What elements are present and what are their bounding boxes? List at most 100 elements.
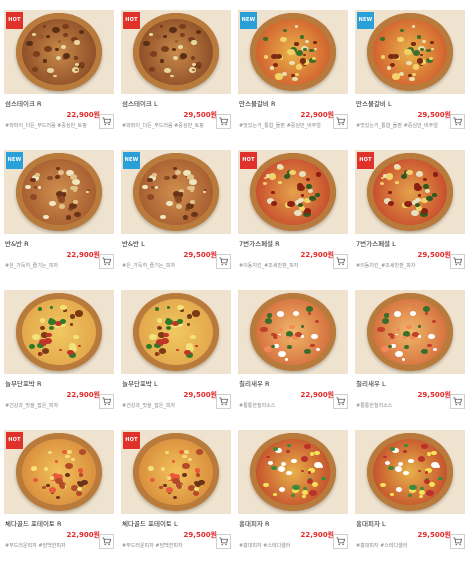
add-to-cart-button[interactable] (99, 254, 114, 269)
cart-icon (219, 397, 228, 406)
pizza-image[interactable] (4, 290, 114, 374)
product-card[interactable]: HOT 7번가스페셜 R 22,900원 #이동치킨_#조세만판_피자 (238, 150, 348, 280)
pizza-image[interactable]: HOT (238, 150, 348, 234)
add-to-cart-button[interactable] (333, 394, 348, 409)
topping (295, 49, 303, 56)
topping (416, 35, 422, 39)
add-to-cart-button[interactable] (333, 534, 348, 549)
topping (430, 47, 434, 51)
product-card[interactable]: HOT 섬스테이크 L 29,500원 #와퍼이_더든_부드러움 #중심만_토핑 (121, 10, 231, 140)
pizza-image[interactable] (355, 290, 465, 374)
product-card[interactable]: HOT 체다골드 포테이토 L 29,500원 #부드러운피자 #담백한피자 (121, 430, 231, 560)
add-to-cart-button[interactable] (99, 534, 114, 549)
pizza-image[interactable] (355, 430, 465, 514)
topping (278, 486, 285, 492)
product-name[interactable]: 체다골드 포테이토 L (122, 518, 178, 528)
topping (32, 32, 36, 36)
topping (176, 203, 183, 209)
product-name[interactable]: 놀부단포박 L (122, 378, 158, 388)
topping (166, 326, 171, 331)
product-card[interactable]: HOT 7번가스페셜 L 29,500원 #이동치킨_#조세만판_피자 (355, 150, 465, 280)
topping (65, 454, 70, 459)
add-to-cart-button[interactable] (450, 254, 465, 269)
product-card[interactable]: NEW 반&반 L 29,500원 #은_가득히_즐기는_피자 (121, 150, 231, 280)
add-to-cart-button[interactable] (333, 254, 348, 269)
pizza-graphic (367, 13, 453, 91)
add-to-cart-button[interactable] (216, 254, 231, 269)
pizza-image[interactable] (121, 290, 231, 374)
topping (380, 37, 385, 41)
add-to-cart-button[interactable] (450, 114, 465, 129)
product-name[interactable]: 만스불갈비 L (356, 98, 392, 108)
add-to-cart-button[interactable] (216, 394, 231, 409)
product-card[interactable]: NEW 만스불갈비 L 29,500원 #맛있는거_통합_돌판 #중심만_비주얼 (355, 10, 465, 140)
product-name[interactable]: 홍대피자 L (356, 518, 386, 528)
pizza-image[interactable] (238, 290, 348, 374)
topping (174, 196, 183, 203)
topping (159, 25, 164, 28)
topping (59, 304, 67, 311)
pizza-image[interactable]: HOT (121, 10, 231, 94)
product-name[interactable]: 섬스테이크 L (122, 98, 158, 108)
product-card[interactable]: 칠리새우 L 29,500원 #통통한칠리소스 (355, 290, 465, 420)
pizza-image[interactable]: NEW (121, 150, 231, 234)
add-to-cart-button[interactable] (450, 394, 465, 409)
pizza-image[interactable]: HOT (355, 150, 465, 234)
topping (304, 348, 312, 355)
product-name[interactable]: 반&반 L (122, 238, 145, 248)
pizza-image[interactable]: NEW (4, 150, 114, 234)
product-name[interactable]: 칠리새우 L (356, 378, 386, 388)
product-name[interactable]: 홍대피자 R (239, 518, 270, 528)
add-to-cart-button[interactable] (216, 534, 231, 549)
product-price: 29,500원 (417, 531, 451, 539)
product-name[interactable]: 놀부단포박 R (5, 378, 41, 388)
add-to-cart-button[interactable] (216, 114, 231, 129)
add-to-cart-button[interactable] (333, 114, 348, 129)
product-card[interactable]: NEW 만스불갈비 R 22,900원 #맛있는거_통합_돌판 #중심만_비주얼 (238, 10, 348, 140)
product-card[interactable]: HOT 섬스테이크 R 22,900원 #와퍼이_더든_부드러움 #중심만_토핑 (4, 10, 114, 140)
product-card[interactable]: 칠리새우 R 22,900원 #통통한칠리소스 (238, 290, 348, 420)
topping (44, 46, 52, 53)
topping (431, 450, 437, 456)
topping (417, 469, 422, 473)
product-card[interactable]: 홍대피자 R 22,900원 #홍대피자 #스테디셀러 (238, 430, 348, 560)
product-name[interactable]: 7번가스페셜 R (239, 238, 280, 248)
product-card[interactable]: NEW 반&반 R 22,900원 #은_가득히_즐기는_피자 (4, 150, 114, 280)
pizza-image[interactable] (238, 430, 348, 514)
product-card[interactable]: 놀부단포박 L 29,500원 #건강과_맛을_잡은_피자 (121, 290, 231, 420)
pizza-image[interactable]: HOT (121, 430, 231, 514)
topping (72, 334, 79, 340)
add-to-cart-button[interactable] (99, 114, 114, 129)
product-card[interactable]: 놀부단포박 R 22,900원 #건강과_맛을_잡은_피자 (4, 290, 114, 420)
topping (74, 40, 80, 45)
topping (73, 56, 79, 60)
product-name[interactable]: 섬스테이크 R (5, 98, 41, 108)
product-name[interactable]: 체다골드 포테이토 R (5, 518, 62, 528)
pizza-image[interactable]: NEW (238, 10, 348, 94)
topping (302, 490, 309, 495)
product-card[interactable]: 홍대피자 L 29,500원 #홍대피자 #스테디셀러 (355, 430, 465, 560)
hot-badge: HOT (357, 152, 374, 169)
add-to-cart-button[interactable] (99, 394, 114, 409)
topping (61, 449, 67, 454)
pizza-image[interactable]: HOT (4, 10, 114, 94)
product-name[interactable]: 반&반 R (5, 238, 29, 248)
topping (65, 463, 73, 470)
topping (69, 203, 77, 210)
add-to-cart-button[interactable] (450, 534, 465, 549)
topping (172, 495, 177, 499)
topping (33, 478, 39, 483)
topping (60, 319, 67, 324)
topping (160, 59, 165, 63)
product-name[interactable]: 만스불갈비 R (239, 98, 275, 108)
pizza-image[interactable]: HOT (4, 430, 114, 514)
pizza-image[interactable]: NEW (355, 10, 465, 94)
topping (194, 487, 200, 492)
product-name[interactable]: 7번가스페셜 L (356, 238, 396, 248)
topping (292, 76, 298, 82)
topping (304, 444, 312, 450)
product-name[interactable]: 칠리새우 R (239, 378, 270, 388)
product-card[interactable]: HOT 체다골드 포테이토 R 22,900원 #부드러운피자 #담백한피자 (4, 430, 114, 560)
product-price: 22,900원 (300, 251, 334, 259)
topping (403, 470, 409, 475)
